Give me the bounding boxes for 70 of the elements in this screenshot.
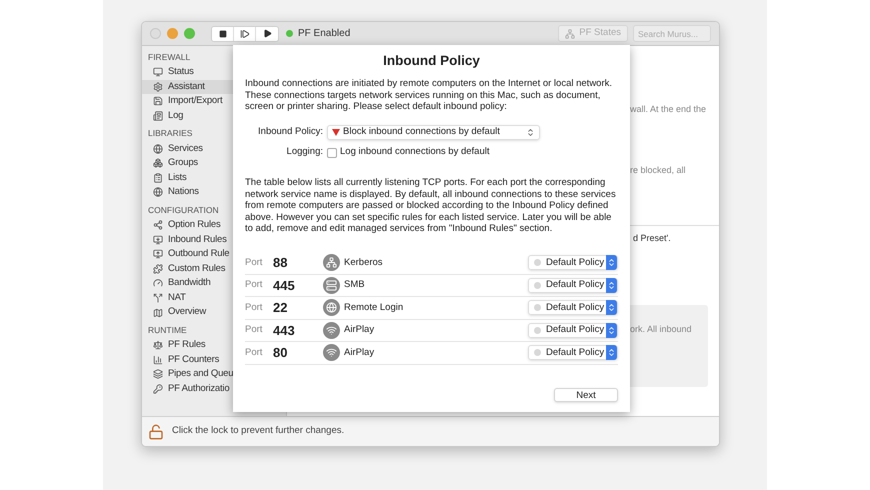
next-button[interactable]: Next [554,388,618,402]
triangle-icon [332,129,340,136]
layers-icon [153,369,163,380]
port-number: 22 [273,299,288,317]
network-icon [565,28,576,38]
split-icon [153,293,163,304]
chevron-icon [526,128,535,138]
sheet-title: Inbound Policy [382,52,481,70]
scale-icon [153,340,163,350]
service-name: Remote Login [344,300,404,315]
logging-checkbox[interactable]: Log inbound connections by default [327,145,490,160]
service-name: AirPlay [344,323,376,338]
newspaper-icon [153,111,163,122]
service-name: Kerberos [344,256,384,270]
service-icon [323,254,340,272]
sidebar-heading: CONFIGURATION [148,204,219,217]
stepper-icon [606,345,617,360]
search-field[interactable]: Search Murus... [633,25,711,42]
policy-dropdown[interactable]: Block inbound connections by default [327,125,540,140]
background-text: wall. At the end the [630,103,708,116]
monitor-icon [153,67,163,78]
port-number: 80 [273,344,288,362]
policy-select[interactable]: Default Policy [528,300,618,316]
bar-chart-icon [153,354,163,365]
gauge-icon [153,278,163,288]
stepper-icon [606,322,617,338]
nodes-icon [153,220,163,230]
puzzle-icon [153,264,163,274]
service-icon [323,276,340,294]
gear-icon [153,82,163,92]
port-number: 445 [273,276,296,294]
port-label: Port [245,256,264,270]
monitor-icon [153,234,163,245]
monitor-icon [153,249,163,260]
service-name: AirPlay [344,346,376,360]
stepper-icon [606,255,617,270]
footer-text: Click the lock to prevent further changes. [172,424,344,438]
clipboard-icon [153,172,163,183]
play-icon [262,29,272,38]
status-text: PF Enabled [298,27,350,41]
stop-icon [218,30,226,38]
policy-select[interactable]: Default Policy [528,345,618,360]
sidebar-heading: LIBRARIES [148,127,192,140]
service-icon [323,299,340,316]
service-icon [323,344,340,362]
port-label: Port [245,346,264,360]
step-forward-icon [240,28,250,38]
stepper-icon [606,278,617,293]
port-label: Port [245,323,264,338]
lock-icon[interactable] [148,424,164,440]
port-number: 88 [273,254,288,272]
boxes-icon [153,158,163,168]
policy-label: Inbound Policy: [257,125,324,140]
port-number: 443 [273,322,296,340]
globe-icon [153,187,163,198]
sidebar-heading: RUNTIME [148,324,187,337]
service-icon [323,322,340,339]
policy-select[interactable]: Default Policy [528,322,618,338]
background-text: re blocked, all [630,164,687,177]
policy-select[interactable]: Default Policy [528,255,618,270]
stepper-icon [606,300,617,316]
policy-select[interactable]: Default Policy [528,278,618,293]
key-icon [153,384,163,394]
service-name: SMB [344,278,366,292]
port-label: Port [245,300,264,315]
map-icon [153,308,163,318]
sidebar-heading: FIREWALL [148,51,190,64]
logging-label: Logging: [286,145,324,160]
port-label: Port [245,278,264,292]
globe-icon [153,144,163,154]
